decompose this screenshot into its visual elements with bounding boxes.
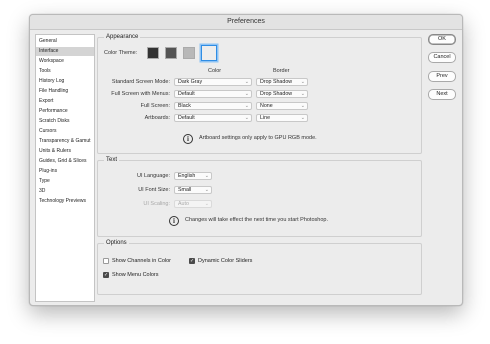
border-column-header: Border xyxy=(273,68,290,74)
color-theme-swatch[interactable] xyxy=(147,47,159,59)
dynamic-color-sliders-checkbox[interactable]: ✓ xyxy=(189,258,195,264)
color-value: Black xyxy=(178,103,191,109)
ui-font-size-label: UI Font Size: xyxy=(138,187,170,193)
color-value: Dark Gray xyxy=(178,79,203,85)
ok-button[interactable]: OK xyxy=(428,34,456,45)
sidebar-item[interactable]: Performance xyxy=(36,107,94,116)
sidebar: General Interface Workspace Tools History Lo… xyxy=(35,34,95,302)
chevron-down-icon: ⌄ xyxy=(244,115,249,121)
chevron-down-icon: ⌄ xyxy=(244,79,249,85)
show-channels-in-color-checkbox[interactable] xyxy=(103,258,109,264)
sidebar-item[interactable]: History Log xyxy=(36,77,94,86)
color-column-header: Color xyxy=(208,68,222,74)
chevron-down-icon: ⌄ xyxy=(204,173,209,179)
ui-scaling-value: Auto xyxy=(178,201,189,207)
chevron-down-icon: ⌄ xyxy=(300,115,305,121)
sidebar-item[interactable]: File Handling xyxy=(36,87,94,96)
border-select[interactable]: Line ⌄ xyxy=(256,114,308,122)
sidebar-item[interactable]: 3D xyxy=(36,187,94,196)
border-select[interactable]: None ⌄ xyxy=(256,102,308,110)
next-button[interactable]: Next xyxy=(428,89,456,100)
ui-language-select[interactable]: English ⌄ xyxy=(174,172,212,180)
border-select[interactable]: Drop Shadow ⌄ xyxy=(256,78,308,86)
appearance-panel: Appearance Color Theme: Color Border Sta… xyxy=(97,34,422,154)
cancel-button[interactable]: Cancel xyxy=(428,52,456,63)
border-value: Drop Shadow xyxy=(260,79,293,85)
sidebar-item[interactable]: Plug-ins xyxy=(36,167,94,176)
text-panel: Text UI Language: English ⌄ UI Font Size:… xyxy=(97,157,422,237)
color-value: Default xyxy=(178,115,195,121)
ui-scaling-label: UI Scaling: xyxy=(143,201,170,207)
chevron-down-icon: ⌄ xyxy=(204,187,209,193)
show-menu-colors-checkbox[interactable]: ✓ xyxy=(103,272,109,278)
color-select[interactable]: Default ⌄ xyxy=(174,114,252,122)
sidebar-item[interactable]: Units & Rulers xyxy=(36,147,94,156)
border-select[interactable]: Drop Shadow ⌄ xyxy=(256,90,308,98)
show-channels-in-color-label: Show Channels in Color xyxy=(112,258,172,264)
chevron-down-icon: ⌄ xyxy=(244,91,249,97)
border-value: Line xyxy=(260,115,271,121)
sidebar-item[interactable]: Export xyxy=(36,97,94,106)
color-select[interactable]: Default ⌄ xyxy=(174,90,252,98)
border-value: Drop Shadow xyxy=(260,91,293,97)
sidebar-item[interactable]: Workspace xyxy=(36,57,94,66)
appearance-row-label: Standard Screen Mode: xyxy=(111,79,170,85)
color-theme-swatch[interactable] xyxy=(183,47,195,59)
appearance-row-label: Full Screen: xyxy=(140,103,170,109)
sidebar-item[interactable]: Tools xyxy=(36,67,94,76)
text-legend: Text xyxy=(104,157,120,164)
color-theme-swatches xyxy=(147,45,227,63)
appearance-row-label: Artboards: xyxy=(144,115,170,121)
ui-language-value: English xyxy=(178,173,196,179)
color-theme-swatch[interactable] xyxy=(165,47,177,59)
color-select[interactable]: Black ⌄ xyxy=(174,102,252,110)
color-theme-swatch[interactable] xyxy=(201,45,217,61)
sidebar-item[interactable]: Guides, Grid & Slices xyxy=(36,157,94,166)
chevron-down-icon: ⌄ xyxy=(300,103,305,109)
window-title: Preferences xyxy=(30,15,462,30)
chevron-down-icon: ⌄ xyxy=(300,91,305,97)
ui-scaling-select: Auto ⌄ xyxy=(174,200,212,208)
color-select[interactable]: Dark Gray ⌄ xyxy=(174,78,252,86)
ui-language-label: UI Language: xyxy=(136,173,170,179)
info-icon: i xyxy=(169,216,179,226)
prev-button[interactable]: Prev xyxy=(428,71,456,82)
sidebar-item[interactable]: Technology Previews xyxy=(36,197,94,206)
options-panel: Options Show Channels in Color ✓ Dynamic… xyxy=(97,240,422,295)
options-legend: Options xyxy=(104,240,129,247)
appearance-row-label: Full Screen with Menus: xyxy=(111,91,170,97)
preferences-window: Preferences General Interface Workspace Too… xyxy=(29,14,463,306)
artboard-info-text: Artboard settings only apply to GPU RGB … xyxy=(199,135,317,141)
ui-font-size-select[interactable]: Small ⌄ xyxy=(174,186,212,194)
color-value: Default xyxy=(178,91,195,97)
chevron-down-icon: ⌄ xyxy=(204,201,209,207)
dynamic-color-sliders-label: Dynamic Color Sliders xyxy=(198,258,253,264)
chevron-down-icon: ⌄ xyxy=(244,103,249,109)
sidebar-item[interactable]: Type xyxy=(36,177,94,186)
show-menu-colors-label: Show Menu Colors xyxy=(112,272,159,278)
ui-font-size-value: Small xyxy=(178,187,192,193)
color-theme-label: Color Theme: xyxy=(104,50,138,56)
restart-info-text: Changes will take effect the next time y… xyxy=(185,217,328,223)
sidebar-item[interactable]: Scratch Disks xyxy=(36,117,94,126)
chevron-down-icon: ⌄ xyxy=(300,79,305,85)
info-icon: i xyxy=(183,134,193,144)
sidebar-item[interactable]: Cursors xyxy=(36,127,94,136)
border-value: None xyxy=(260,103,273,109)
sidebar-item[interactable]: General xyxy=(36,37,94,46)
appearance-legend: Appearance xyxy=(104,34,141,41)
sidebar-item[interactable]: Interface xyxy=(36,47,94,56)
sidebar-item[interactable]: Transparency & Gamut xyxy=(36,137,94,146)
